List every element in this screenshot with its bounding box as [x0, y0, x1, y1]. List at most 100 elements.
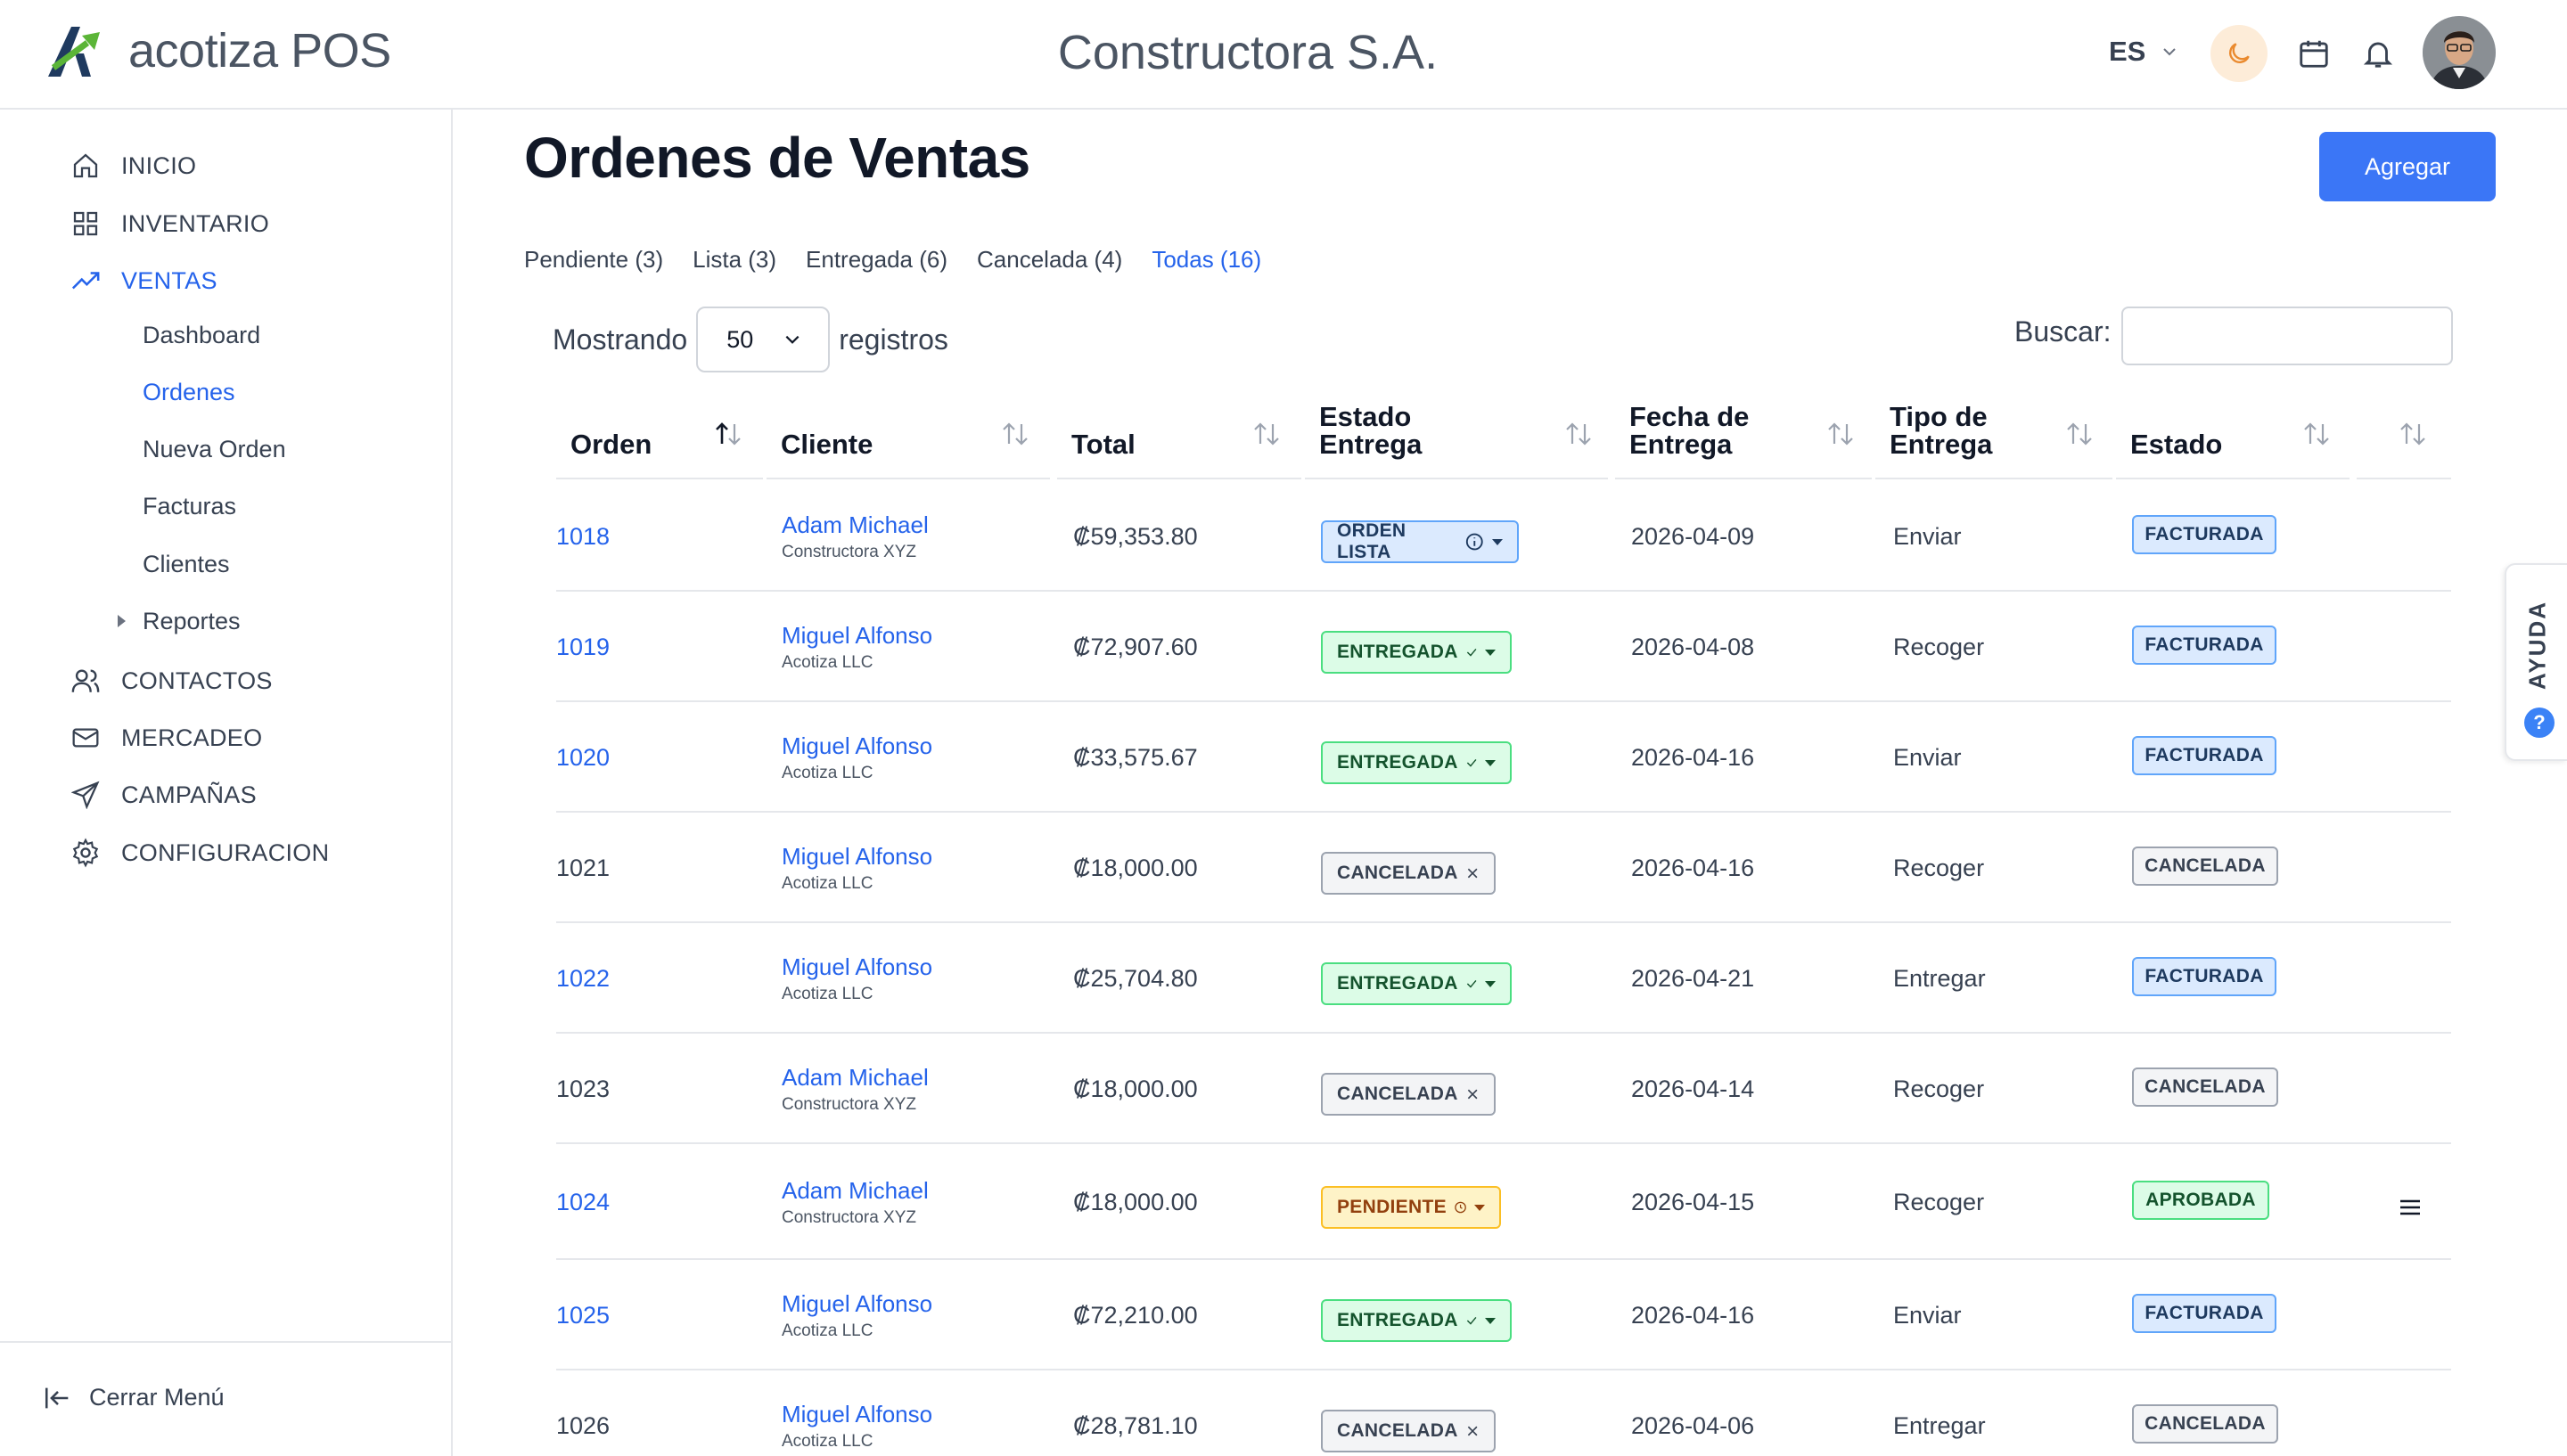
- order-total: ₡33,575.67: [1073, 744, 1198, 771]
- delivery-status-dropdown[interactable]: ENTREGADA: [1321, 741, 1512, 784]
- calendar-icon: [2300, 40, 2328, 68]
- client-name-link[interactable]: Adam Michael: [782, 1064, 929, 1092]
- close-icon: [1467, 868, 1478, 879]
- calendar-button[interactable]: [2294, 34, 2333, 73]
- sort-icon: [1003, 422, 1028, 446]
- client-name-link[interactable]: Miguel Alfonso: [782, 1401, 932, 1428]
- client-name-link[interactable]: Miguel Alfonso: [782, 732, 932, 760]
- table-row: 1026 Miguel Alfonso Acotiza LLC ₡28,781.10 C…: [556, 1370, 2451, 1456]
- delivery-status-dropdown[interactable]: ORDEN LISTA: [1321, 520, 1519, 563]
- home-icon: [73, 153, 98, 178]
- order-number[interactable]: 1020: [556, 744, 610, 772]
- delivery-status-dropdown[interactable]: ENTREGADA: [1321, 631, 1512, 674]
- client-name-link[interactable]: Adam Michael: [782, 1177, 929, 1205]
- help-question-icon: ?: [2524, 708, 2555, 738]
- row-menu-button[interactable]: [2392, 1190, 2428, 1225]
- order-number[interactable]: 1019: [556, 634, 610, 661]
- delivery-status-dropdown[interactable]: ENTREGADA: [1321, 1299, 1512, 1342]
- sidebar-subitem-ordenes[interactable]: Ordenes: [143, 379, 235, 406]
- client-name-link[interactable]: Adam Michael: [782, 511, 929, 539]
- delivery-status-label: CANCELADA: [1337, 1420, 1458, 1441]
- sidebar-subitem-facturas[interactable]: Facturas: [143, 493, 236, 520]
- order-number: 1023: [556, 1076, 611, 1102]
- dark-mode-toggle[interactable]: [2210, 25, 2268, 82]
- delivery-date: 2026-04-09: [1631, 523, 1755, 550]
- table-row: 1020 Miguel Alfonso Acotiza LLC ₡33,575.67 E…: [556, 702, 2451, 813]
- delivery-type: Enviar: [1893, 523, 1962, 550]
- sidebar-item-contactos[interactable]: CONTACTOS: [70, 665, 273, 697]
- client-name-link[interactable]: Miguel Alfonso: [782, 953, 932, 981]
- check-icon: [1466, 758, 1477, 767]
- search-input[interactable]: [2121, 307, 2453, 365]
- order-total: ₡18,000.00: [1073, 855, 1198, 881]
- sidebar-item-configuracion[interactable]: CONFIGURACION: [70, 837, 329, 869]
- caret-down-icon: [1485, 980, 1496, 987]
- client-company: Acotiza LLC: [782, 653, 873, 672]
- column-header-actions[interactable]: [2357, 383, 2451, 479]
- check-icon: [1466, 1316, 1477, 1325]
- tab-entregada[interactable]: Entregada (6): [806, 246, 947, 274]
- column-header-fecha-entrega[interactable]: Fecha de Entrega: [1615, 383, 1872, 479]
- order-number[interactable]: 1018: [556, 523, 610, 551]
- top-bar: acotiza POS Constructora S.A. ES: [0, 0, 2567, 110]
- sidebar-item-ventas[interactable]: VENTAS: [70, 265, 217, 297]
- tab-todas[interactable]: Todas (16): [1152, 246, 1261, 274]
- client-company: Acotiza LLC: [782, 1321, 873, 1340]
- page-size-value: 50: [726, 325, 754, 353]
- column-header-cliente[interactable]: Cliente: [767, 383, 1050, 479]
- user-avatar[interactable]: [2423, 16, 2496, 89]
- gear-icon: [72, 838, 99, 868]
- sidebar-item-inicio[interactable]: INICIO: [70, 150, 196, 182]
- column-header-estado-entrega[interactable]: Estado Entrega: [1305, 383, 1608, 479]
- language-selector[interactable]: ES: [2109, 36, 2177, 68]
- moon-icon: [2229, 43, 2250, 63]
- client-name-link[interactable]: Miguel Alfonso: [782, 843, 932, 871]
- delivery-status-dropdown[interactable]: CANCELADA: [1321, 852, 1496, 895]
- delivery-status-label: ORDEN LISTA: [1337, 520, 1407, 562]
- notifications-button[interactable]: [2358, 34, 2398, 73]
- sidebar-subitem-reportes[interactable]: Reportes: [118, 608, 241, 635]
- sidebar-subitem-nueva-orden[interactable]: Nueva Orden: [143, 436, 286, 463]
- trending-up-icon: [71, 272, 100, 290]
- order-status-badge: FACTURADA: [2132, 736, 2276, 775]
- delivery-status-label: CANCELADA: [1337, 863, 1458, 883]
- delivery-status-dropdown[interactable]: CANCELADA: [1321, 1073, 1496, 1116]
- sidebar-item-label: CONTACTOS: [121, 667, 273, 694]
- close-menu-button[interactable]: Cerrar Menú: [43, 1384, 225, 1411]
- info-icon: [1466, 533, 1484, 551]
- sidebar-item-mercadeo[interactable]: MERCADEO: [70, 722, 262, 754]
- order-number[interactable]: 1024: [556, 1189, 610, 1216]
- sidebar-subitem-dashboard[interactable]: Dashboard: [143, 322, 260, 349]
- caret-down-icon: [1485, 759, 1496, 766]
- client-name-link[interactable]: Miguel Alfonso: [782, 622, 932, 650]
- order-number[interactable]: 1025: [556, 1302, 610, 1329]
- tab-cancelada[interactable]: Cancelada (4): [977, 246, 1122, 274]
- delivery-type: Enviar: [1893, 1302, 1962, 1329]
- sidebar-item-campanas[interactable]: CAMPAÑAS: [70, 779, 257, 811]
- column-header-estado[interactable]: Estado: [2116, 383, 2350, 479]
- client-company: Acotiza LLC: [782, 764, 873, 782]
- avatar-image: [2423, 16, 2496, 89]
- help-tab[interactable]: AYUDA ?: [2505, 563, 2567, 761]
- order-status-badge: CANCELADA: [2132, 1404, 2278, 1444]
- delivery-status-label: ENTREGADA: [1337, 752, 1458, 773]
- tab-pendiente[interactable]: Pendiente (3): [524, 246, 663, 274]
- order-number[interactable]: 1022: [556, 965, 610, 993]
- sort-icon: [1254, 422, 1279, 446]
- column-header-tipo-entrega[interactable]: Tipo de Entrega: [1875, 383, 2112, 479]
- tab-lista[interactable]: Lista (3): [693, 246, 776, 274]
- sidebar-subitem-clientes[interactable]: Clientes: [143, 551, 230, 578]
- client-company: Constructora XYZ: [782, 1095, 916, 1114]
- delivery-status-dropdown[interactable]: CANCELADA: [1321, 1410, 1496, 1452]
- add-button[interactable]: Agregar: [2319, 132, 2496, 201]
- column-header-total[interactable]: Total: [1057, 383, 1301, 479]
- page-size-select[interactable]: 50: [696, 307, 831, 372]
- column-header-orden[interactable]: Orden: [556, 383, 763, 479]
- client-name-link[interactable]: Miguel Alfonso: [782, 1290, 932, 1318]
- sort-icon: [1828, 422, 1853, 446]
- sidebar-item-inventario[interactable]: INVENTARIO: [70, 208, 269, 240]
- delivery-status-dropdown[interactable]: PENDIENTE: [1321, 1186, 1501, 1229]
- delivery-status-dropdown[interactable]: ENTREGADA: [1321, 962, 1512, 1005]
- order-total: ₡72,210.00: [1073, 1302, 1198, 1329]
- sidebar-item-label: VENTAS: [121, 266, 217, 294]
